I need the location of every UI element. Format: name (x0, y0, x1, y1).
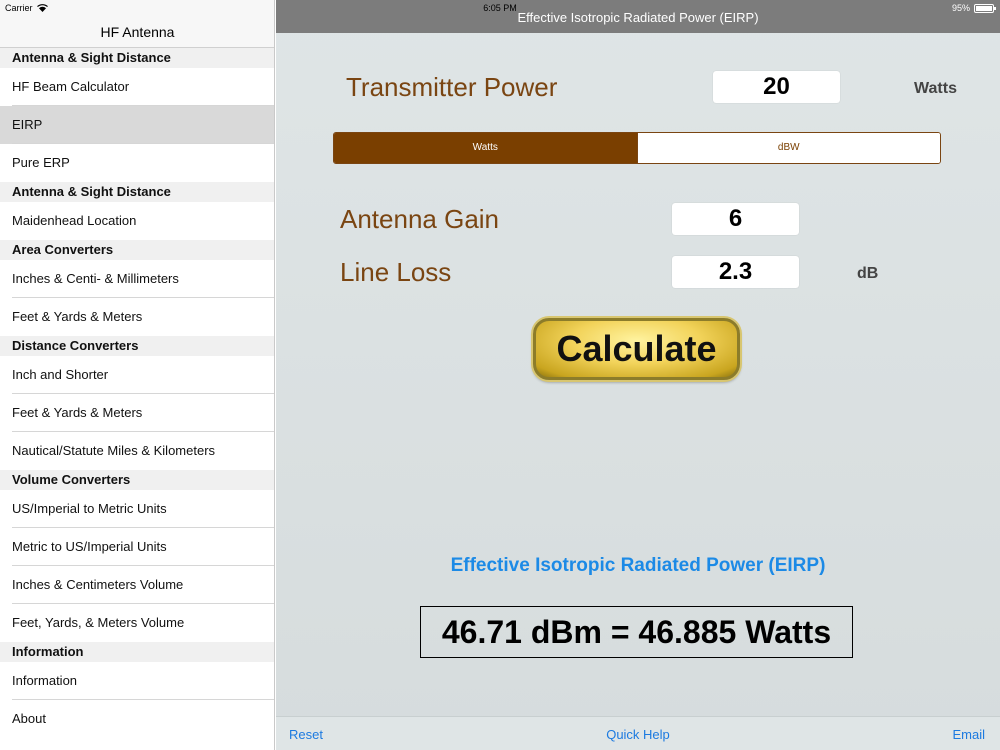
sidebar-section-header: Information (0, 642, 274, 662)
sidebar: HF Antenna Antenna & Sight Distance HF Be… (0, 0, 275, 750)
transmitter-power-input[interactable]: 20 (713, 71, 840, 103)
quick-help-button[interactable]: Quick Help (606, 727, 670, 742)
line-loss-unit: dB (857, 265, 879, 282)
sidebar-item[interactable]: HF Beam Calculator (0, 68, 274, 106)
transmitter-power-label: Transmitter Power (346, 72, 558, 102)
sidebar-section-header: Antenna & Sight Distance (0, 48, 274, 68)
sidebar-item[interactable]: EIRP (0, 106, 274, 144)
antenna-gain-label: Antenna Gain (340, 204, 500, 234)
sidebar-item[interactable]: About (0, 700, 274, 738)
status-bar: Carrier 6:05 PM 95% (0, 0, 1000, 16)
sidebar-item[interactable]: Information (0, 662, 274, 700)
sidebar-item[interactable]: Pure ERP (0, 144, 274, 182)
segment-dbw[interactable]: dBW (636, 133, 940, 163)
bottom-toolbar: Reset Quick Help Email (276, 716, 1000, 750)
reset-button[interactable]: Reset (289, 727, 323, 742)
sidebar-title: HF Antenna (100, 24, 175, 40)
sidebar-list: Antenna & Sight Distance HF Beam Calculat… (0, 48, 274, 738)
sidebar-section-header: Antenna & Sight Distance (0, 182, 274, 202)
sidebar-item[interactable]: Feet & Yards & Meters (0, 298, 274, 336)
sidebar-item[interactable]: Metric to US/Imperial Units (0, 528, 274, 566)
main-panel: Effective Isotropic Radiated Power (EIRP… (276, 0, 1000, 750)
sidebar-item[interactable]: Maidenhead Location (0, 202, 274, 240)
sidebar-item[interactable]: Feet & Yards & Meters (0, 394, 274, 432)
sidebar-item[interactable]: Inch and Shorter (0, 356, 274, 394)
result-value: 46.71 dBm = 46.885 Watts (420, 606, 853, 658)
sidebar-item[interactable]: Feet, Yards, & Meters Volume (0, 604, 274, 642)
antenna-gain-input[interactable]: 6 (672, 203, 799, 235)
email-button[interactable]: Email (952, 727, 985, 742)
segment-watts[interactable]: Watts (334, 133, 637, 163)
status-time: 6:05 PM (483, 3, 517, 13)
sidebar-item[interactable]: US/Imperial to Metric Units (0, 490, 274, 528)
power-unit-toggle: Watts dBW (333, 132, 941, 164)
sidebar-section-header: Volume Converters (0, 470, 274, 490)
result-heading: Effective Isotropic Radiated Power (EIRP… (450, 555, 826, 576)
line-loss-label: Line Loss (340, 257, 452, 287)
quick-help-wrapper: Quick Help (276, 727, 1000, 742)
battery-percent: 95% (951, 3, 970, 13)
calculate-button[interactable]: Calculate (533, 318, 740, 380)
sidebar-item[interactable]: Inches & Centi- & Millimeters (0, 260, 274, 298)
sidebar-item[interactable]: Nautical/Statute Miles & Kilometers (0, 432, 274, 470)
sidebar-item[interactable]: Inches & Centimeters Volume (0, 566, 274, 604)
status-right: 95% (951, 3, 996, 13)
transmitter-power-unit: Watts (914, 80, 957, 97)
battery-icon (974, 3, 996, 13)
sidebar-section-header: Area Converters (0, 240, 274, 260)
sidebar-section-header: Distance Converters (0, 336, 274, 356)
line-loss-input[interactable]: 2.3 (672, 256, 799, 288)
